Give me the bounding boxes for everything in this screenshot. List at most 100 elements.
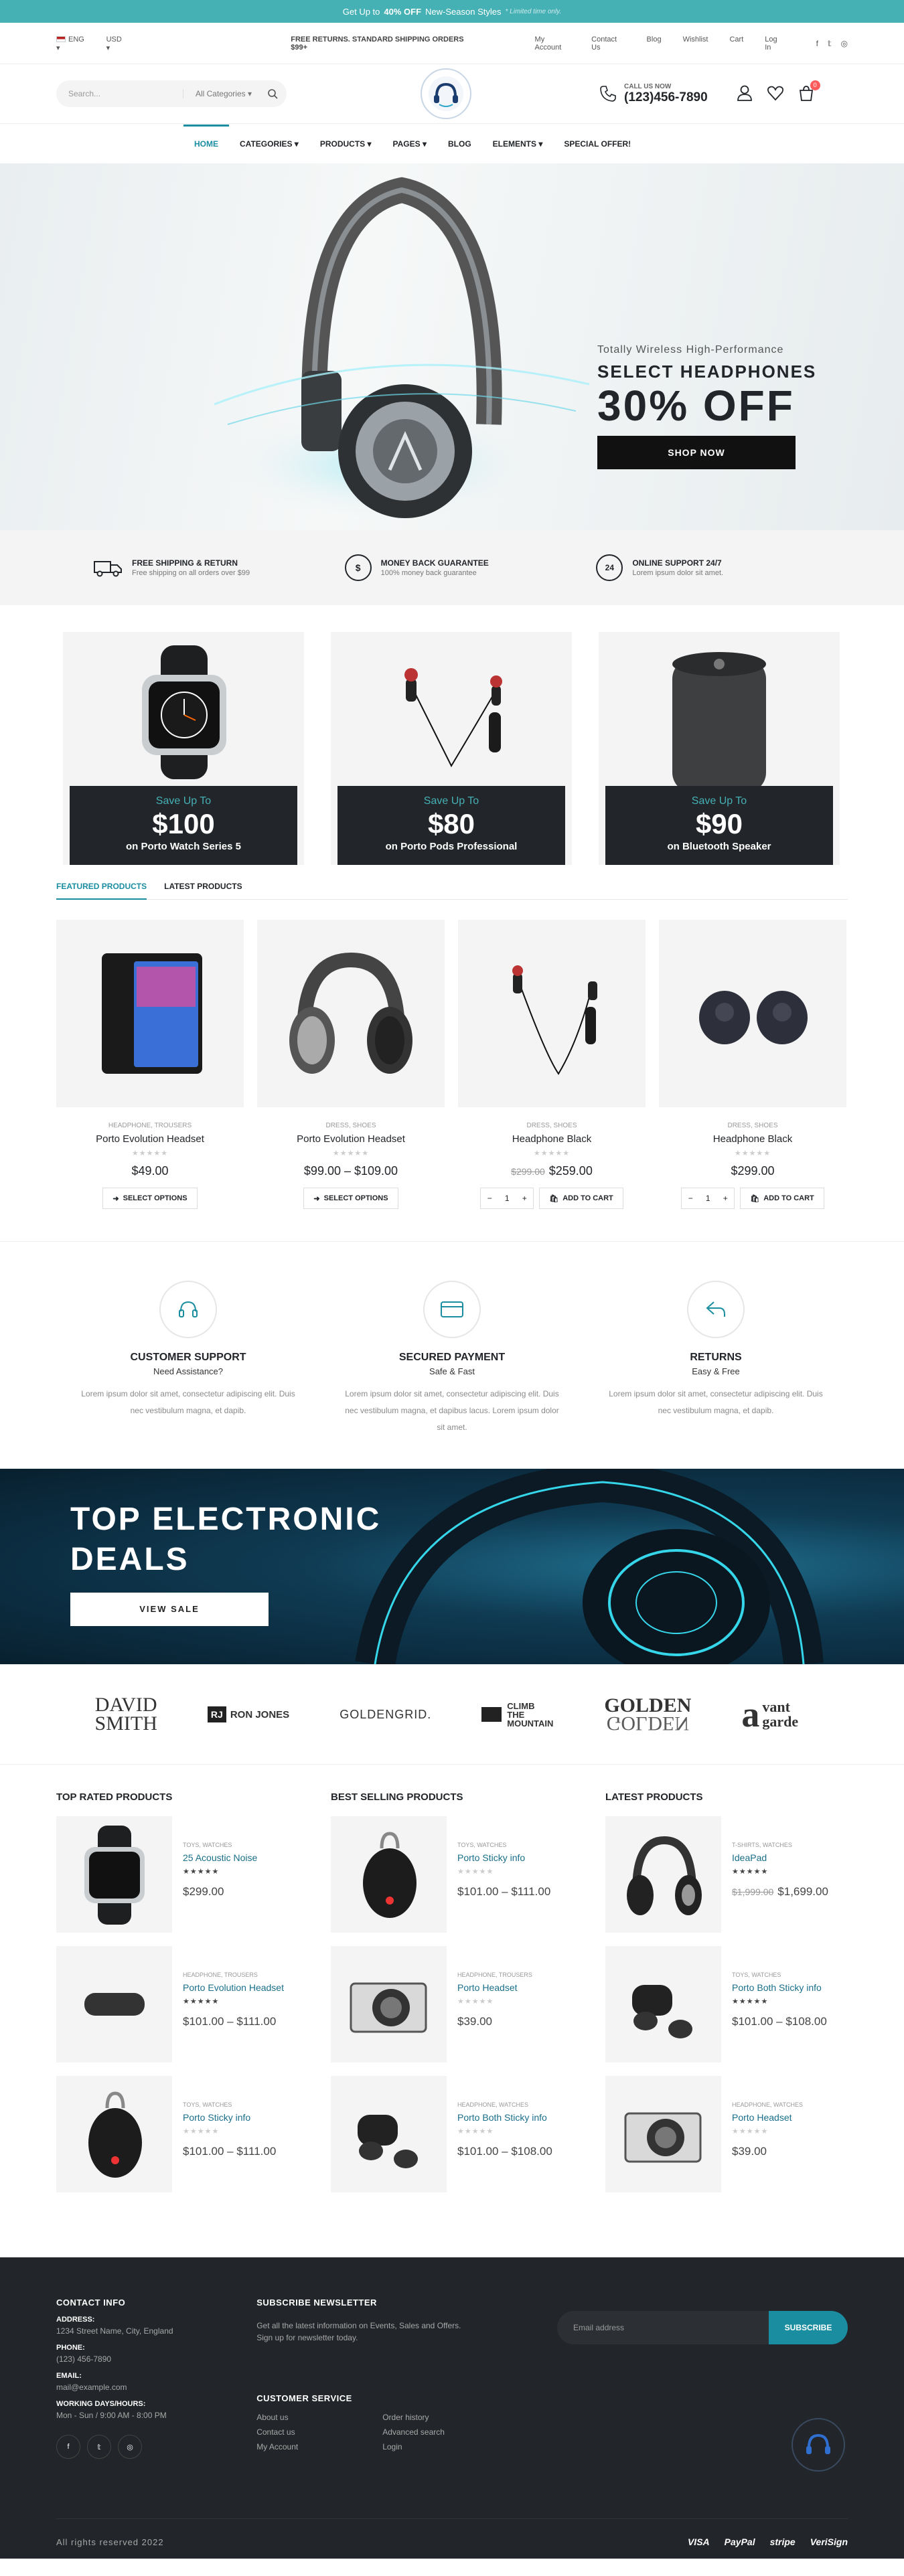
promo-card-pods[interactable]: Save Up To $80 on Porto Pods Professiona… bbox=[331, 632, 572, 865]
minus-icon[interactable]: − bbox=[481, 1194, 498, 1203]
facebook-icon[interactable]: f bbox=[56, 2435, 80, 2459]
user-icon[interactable] bbox=[736, 84, 753, 104]
link-cart[interactable]: Cart bbox=[729, 35, 743, 52]
footer-link-my-account[interactable]: My Account bbox=[256, 2442, 382, 2451]
product-name[interactable]: Porto Both Sticky info bbox=[732, 1982, 827, 1993]
email-input[interactable]: Email address bbox=[557, 2311, 769, 2344]
product-thumb[interactable] bbox=[605, 2076, 721, 2192]
phone-value[interactable]: (123) 456-7890 bbox=[56, 2354, 256, 2364]
instagram-icon[interactable]: ◎ bbox=[118, 2435, 142, 2459]
info-title: ONLINE SUPPORT 24/7 bbox=[632, 558, 722, 568]
wishlist-heart-icon[interactable] bbox=[767, 84, 784, 104]
product-thumb[interactable] bbox=[605, 1946, 721, 2063]
add-to-cart-button[interactable]: 🛍 ADD TO CART bbox=[539, 1188, 623, 1209]
brand-logo-golden[interactable]: GOLDEN GOLDEN bbox=[604, 1696, 691, 1735]
footer-link-login[interactable]: Login bbox=[382, 2442, 508, 2451]
footer-link-advanced-search[interactable]: Advanced search bbox=[382, 2427, 508, 2437]
product-name[interactable]: Porto Headset bbox=[732, 2112, 803, 2123]
list-title: BEST SELLING PRODUCTS bbox=[331, 1791, 463, 1803]
brand-logo-avant-garde[interactable]: a vant garde bbox=[741, 1694, 809, 1735]
logo[interactable] bbox=[421, 68, 471, 119]
nav-products[interactable]: Products ▾ bbox=[309, 125, 382, 163]
product-thumb[interactable] bbox=[331, 1946, 447, 2063]
quantity-stepper[interactable]: −1 + bbox=[681, 1188, 735, 1209]
product-image[interactable] bbox=[458, 920, 646, 1107]
nav-blog[interactable]: Blog bbox=[437, 125, 482, 163]
product-name[interactable]: Porto Both Sticky info bbox=[457, 2112, 552, 2123]
features-section: CUSTOMER SUPPORT Need Assistance? Lorem … bbox=[0, 1241, 904, 1469]
product-thumb[interactable] bbox=[605, 1816, 721, 1933]
brand-logo-david-smith[interactable]: DAVID SMITH bbox=[94, 1695, 157, 1735]
list-item: T-SHIRTS, WATCHES IdeaPad ★★★★★ $1,999.00 $1… bbox=[605, 1816, 847, 1946]
save-label: Save Up To bbox=[691, 795, 747, 807]
brand-logo-goldengrid[interactable]: GOLDENGRID. bbox=[340, 1708, 431, 1722]
twitter-icon[interactable]: 𝕥 bbox=[87, 2435, 111, 2459]
link-wishlist[interactable]: Wishlist bbox=[683, 35, 708, 52]
product-thumb[interactable] bbox=[56, 1946, 172, 2063]
product-name[interactable]: Porto Headset bbox=[457, 1982, 532, 1993]
brand-logo-climb-the-mountain[interactable]: CLIMB THE MOUNTAIN bbox=[481, 1702, 554, 1728]
product-thumb[interactable] bbox=[331, 2076, 447, 2192]
nav-categories[interactable]: Categories ▾ bbox=[229, 125, 309, 163]
nav-pages[interactable]: Pages ▾ bbox=[382, 125, 437, 163]
add-to-cart-button[interactable]: 🛍 ADD TO CART bbox=[740, 1188, 824, 1209]
product-name[interactable]: Porto Evolution Headset bbox=[56, 1133, 244, 1145]
brand-line: SMITH bbox=[94, 1712, 157, 1735]
product-name[interactable]: 25 Acoustic Noise bbox=[183, 1852, 257, 1863]
nav-home[interactable]: Home bbox=[183, 125, 229, 163]
paypal-icon: PayPal bbox=[724, 2537, 755, 2547]
product-name[interactable]: Porto Evolution Headset bbox=[257, 1133, 445, 1145]
product-name[interactable]: Headphone Black bbox=[659, 1133, 846, 1145]
brand-logo-ron-jones[interactable]: RJ RON JONES bbox=[207, 1706, 289, 1722]
facebook-icon[interactable]: f bbox=[816, 39, 818, 48]
product-image[interactable] bbox=[56, 920, 244, 1107]
footer-link-about-us[interactable]: About us bbox=[256, 2413, 382, 2422]
link-blog[interactable]: Blog bbox=[647, 35, 662, 52]
product-name[interactable]: Headphone Black bbox=[458, 1133, 646, 1145]
select-options-button[interactable]: ➜ SELECT OPTIONS bbox=[303, 1188, 398, 1209]
email-value[interactable]: mail@example.com bbox=[56, 2383, 256, 2392]
language-select[interactable]: ENG ▾ bbox=[56, 35, 89, 52]
tab-featured-products[interactable]: FEATURED PRODUCTS bbox=[56, 873, 147, 900]
quantity-cart-row: −1 + 🛍 ADD TO CART bbox=[681, 1188, 824, 1209]
tab-latest-products[interactable]: LATEST PRODUCTS bbox=[164, 873, 242, 900]
product-image[interactable] bbox=[659, 920, 846, 1107]
product-image[interactable] bbox=[257, 920, 445, 1107]
quantity-stepper[interactable]: −1 + bbox=[480, 1188, 534, 1209]
category-select[interactable]: All Categories ▾ bbox=[182, 89, 264, 98]
product-name[interactable]: IdeaPad bbox=[732, 1852, 828, 1863]
product-name[interactable]: Porto Sticky info bbox=[183, 2112, 276, 2123]
select-options-button[interactable]: ➜ SELECT OPTIONS bbox=[102, 1188, 198, 1209]
promo-card-watch[interactable]: Save Up To $100 on Porto Watch Series 5 bbox=[63, 632, 304, 865]
quantity-value[interactable]: 1 bbox=[699, 1194, 717, 1203]
list-item: HEADPHONE, TROUSERS Porto Headset ★★★★★ $39… bbox=[331, 1946, 573, 2076]
call-us[interactable]: CALL US NOW (123)456-7890 bbox=[599, 83, 708, 105]
view-sale-button[interactable]: VIEW SALE bbox=[70, 1593, 269, 1626]
promo-card-speaker[interactable]: Save Up To $90 on Bluetooth Speaker bbox=[599, 632, 840, 865]
product-thumb[interactable] bbox=[56, 1816, 172, 1933]
footer-link-contact-us[interactable]: Contact us bbox=[256, 2427, 382, 2437]
search-icon[interactable] bbox=[264, 85, 281, 102]
product-category: TOYS, WATCHES bbox=[457, 1842, 507, 1848]
cart-bag-icon[interactable]: 0 bbox=[798, 80, 820, 104]
link-login[interactable]: Log In bbox=[765, 35, 783, 52]
minus-icon[interactable]: − bbox=[682, 1194, 699, 1203]
product-thumb[interactable] bbox=[331, 1816, 447, 1933]
plus-icon[interactable]: + bbox=[717, 1194, 734, 1203]
instagram-icon[interactable]: ◎ bbox=[841, 39, 848, 48]
twitter-icon[interactable]: 𝕥 bbox=[828, 39, 832, 48]
nav-elements[interactable]: Elements ▾ bbox=[482, 125, 554, 163]
currency-select[interactable]: USD ▾ bbox=[106, 35, 127, 52]
nav-special-offer[interactable]: Special Offer! bbox=[553, 125, 642, 163]
plus-icon[interactable]: + bbox=[516, 1194, 533, 1203]
product-thumb[interactable] bbox=[56, 2076, 172, 2192]
link-contact-us[interactable]: Contact Us bbox=[591, 35, 625, 52]
product-name[interactable]: Porto Sticky info bbox=[457, 1852, 550, 1863]
footer-link-order-history[interactable]: Order history bbox=[382, 2413, 508, 2422]
search-input[interactable]: Search... bbox=[68, 89, 183, 98]
link-my-account[interactable]: My Account bbox=[535, 35, 571, 52]
product-name[interactable]: Porto Evolution Headset bbox=[183, 1982, 284, 1993]
quantity-value[interactable]: 1 bbox=[498, 1194, 516, 1203]
subscribe-button[interactable]: SUBSCRIBE bbox=[769, 2311, 848, 2344]
shop-now-button[interactable]: SHOP NOW bbox=[597, 436, 796, 469]
